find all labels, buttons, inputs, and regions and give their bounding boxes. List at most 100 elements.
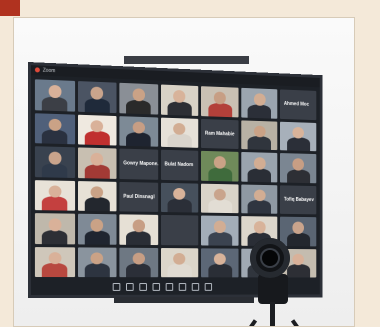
participant-body (207, 264, 232, 278)
participant-body (286, 169, 310, 183)
participant-video-tile (34, 79, 75, 112)
participant-video-tile (201, 247, 239, 278)
participant-name-tile (160, 214, 199, 245)
participant-body (42, 96, 68, 112)
participant-head (292, 222, 305, 234)
participant-video-tile (119, 115, 158, 147)
participant-video-tile (201, 215, 239, 246)
participant-video-tile (34, 112, 75, 145)
participant-body (84, 197, 110, 212)
participant-head (132, 219, 145, 232)
participant-head (213, 220, 226, 233)
participant-body (126, 263, 152, 278)
participant-body (286, 264, 310, 278)
participant-body (84, 131, 110, 146)
participant-name: Tofiq Babayev (283, 196, 314, 203)
participant-name: Ram Mahabie (204, 130, 235, 138)
participant-name: Bulat Nadom (164, 161, 194, 169)
participant-video-tile (201, 86, 239, 117)
participant-body (42, 196, 68, 211)
participant-head (48, 85, 62, 98)
participant-head (132, 121, 145, 134)
participant-head (292, 158, 305, 171)
participant-name-tile: Tofiq Babayev (280, 184, 317, 215)
mute-icon (112, 282, 121, 291)
participant-body (167, 101, 192, 116)
participant-body (247, 200, 272, 214)
participant-name-tile: Bulat Nadom (160, 149, 199, 181)
participant-body (126, 230, 152, 245)
participant-head (253, 93, 266, 106)
participant-body (247, 136, 272, 151)
participant-name-tile: Ram Mahabie (201, 118, 239, 150)
participant-name-tile: Paul Dinsnagl (119, 181, 158, 212)
tripod-pole (270, 302, 275, 326)
participant-video-tile (77, 213, 117, 245)
participant-video-tile (77, 180, 117, 212)
participant-video-tile (77, 246, 117, 278)
participant-body (126, 132, 152, 147)
participant-head (90, 87, 104, 100)
participant-video-tile (241, 119, 278, 151)
participant-video-tile (34, 213, 75, 244)
participant-video-tile (160, 247, 199, 278)
participant-video-tile (77, 114, 117, 146)
participant-body (42, 263, 68, 278)
participant-video-tile (119, 214, 158, 245)
participant-name: Paul Dinsnagl (123, 193, 155, 200)
participant-body (126, 99, 152, 115)
participant-video-tile (77, 81, 117, 113)
participants-icon (152, 282, 161, 291)
participant-video-tile (201, 150, 239, 182)
participant-video-tile (160, 84, 199, 116)
participant-name-tile: Gowry Mapone... (119, 148, 158, 180)
participant-body (247, 168, 272, 182)
participant-head (253, 189, 266, 202)
participant-head (48, 252, 62, 265)
participant-body (84, 263, 110, 278)
participant-head (48, 185, 62, 198)
camera-base (258, 274, 288, 304)
participant-head (132, 252, 145, 265)
participant-body (286, 137, 310, 152)
participant-video-tile (280, 216, 317, 246)
participant-body (167, 133, 192, 148)
participant-body (42, 129, 68, 145)
security-icon (139, 282, 147, 291)
participant-body (167, 198, 192, 213)
participant-head (253, 125, 266, 138)
participant-head (48, 218, 62, 232)
record-indicator-icon (34, 67, 40, 73)
participant-head (132, 88, 145, 102)
participant-video-tile (241, 184, 278, 214)
participant-name: Gowry Mapone... (123, 160, 158, 168)
chat-icon (165, 282, 174, 291)
participant-body (247, 104, 272, 119)
monitor-stand (114, 297, 254, 303)
participant-body (207, 102, 232, 117)
participant-body (42, 163, 68, 178)
video-icon (126, 282, 134, 291)
share-icon (178, 282, 187, 291)
participant-head (48, 152, 62, 165)
participant-head (173, 90, 186, 103)
participant-video-tile (77, 147, 117, 179)
participant-video-tile (241, 151, 278, 182)
participant-video-tile (280, 153, 317, 183)
participant-head (48, 118, 62, 132)
record-icon (191, 282, 200, 291)
participant-head (90, 153, 104, 166)
participant-name: Ahmed Moc (283, 101, 310, 108)
window-title: Zoom (42, 67, 56, 75)
corner-accent (0, 0, 20, 16)
participant-video-tile (201, 183, 239, 214)
participant-video-tile (34, 246, 75, 278)
participant-body (84, 97, 110, 113)
participant-body (84, 230, 110, 245)
ceiling-bar (124, 56, 249, 64)
participant-video-tile (34, 146, 75, 178)
participant-name-tile: Ahmed Moc (280, 89, 317, 120)
conference-camera-icon (250, 238, 290, 278)
participant-body (167, 263, 192, 278)
participant-head (213, 156, 226, 169)
